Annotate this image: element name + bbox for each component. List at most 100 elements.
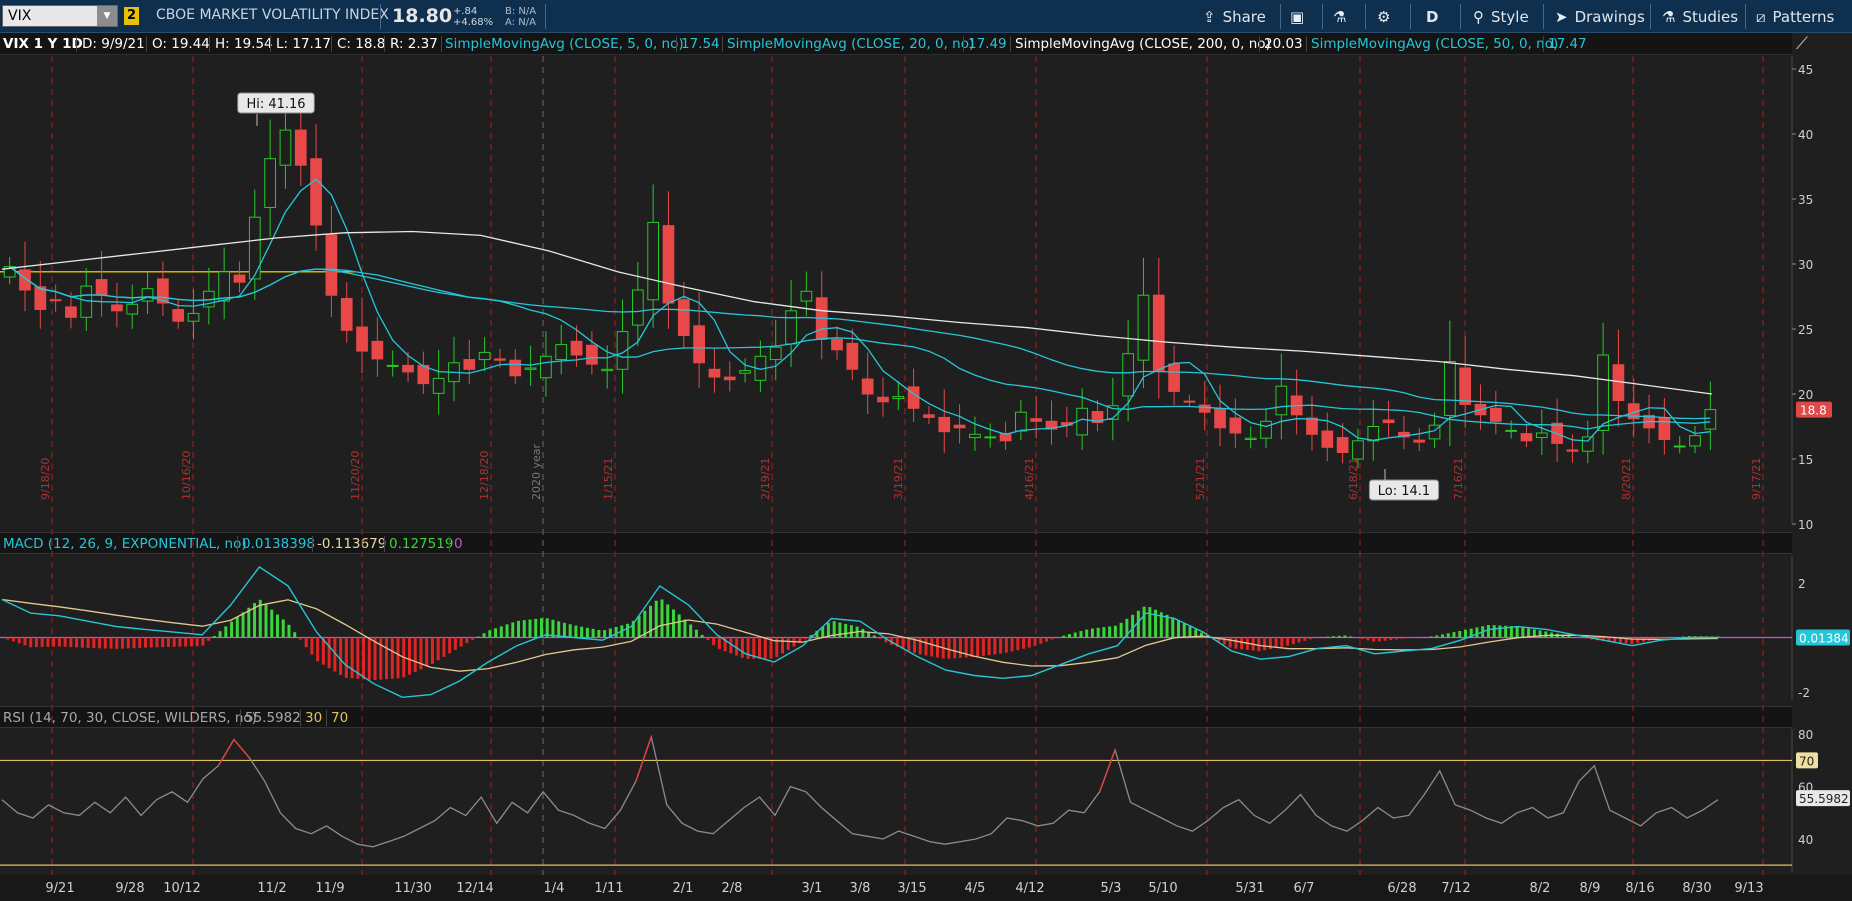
time-axis-label: 11/2 [257,881,286,896]
candle-body [1015,411,1027,432]
year-label: 2020 year [530,443,543,500]
candle-body [111,304,123,312]
candle-body [386,364,399,367]
expiration-label: 3/19/21 [892,458,905,500]
price-axis-label: 20 [1798,388,1813,402]
candle-body [877,396,889,403]
candle-body [432,377,445,394]
candle-body [662,225,675,304]
candle-body [953,424,966,429]
candle-body [1352,440,1364,460]
candle-body [1489,407,1502,422]
candle-body [570,340,583,356]
candle-body [1275,385,1288,416]
candle-body [1244,437,1257,441]
candle-body [1581,436,1594,452]
candle-body [1673,445,1686,448]
candle-body [1030,418,1043,422]
candle-body [601,368,614,372]
time-axis-label: 6/7 [1294,881,1315,896]
candle-body [95,279,108,296]
candle-body [1459,367,1472,405]
candle-body [1183,400,1196,403]
chart-canvas[interactable]: 9/21 9/28 10/12 11/2 11/9 11/30 12/14 1/4 1/11 2/… [0,0,1852,901]
candle-body [478,351,491,361]
candle-body [19,269,31,291]
candle-body [233,274,246,283]
candle-body [723,376,736,381]
candle-body [708,368,721,378]
time-axis-label: 9/13 [1734,881,1763,896]
time-axis-label: 4/12 [1015,881,1044,896]
candle-body [126,303,139,315]
price-axis-label: 35 [1798,193,1813,207]
candle-body [1704,409,1717,430]
candle-body [325,234,338,296]
rsi-last-value: 55.5982 [1799,792,1849,806]
expiration-label: 8/20/21 [1620,458,1633,500]
expiration-label: 10/16/20 [180,451,193,500]
candle-body [1597,354,1609,431]
candle-body [923,414,935,418]
candle-body [248,216,261,280]
expiration-label: 1/15/21 [602,458,615,500]
candle-body [264,158,276,208]
rsi-axis-label: 40 [1798,833,1813,847]
time-axis-label: 11/9 [315,881,344,896]
candle-body [831,338,843,351]
time-axis-label: 3/15 [897,881,926,896]
expiration-label: 11/20/20 [349,451,362,500]
candle-body [279,129,292,166]
high-label: Hi: 41.16 [246,97,305,112]
time-axis-label: 1/4 [544,881,565,896]
expiration-label: 4/16/21 [1023,458,1036,500]
candle-body [187,312,200,322]
candle-body [1444,361,1456,416]
candle-body [1413,439,1426,443]
candle-body [65,306,77,318]
candle-body [494,358,506,361]
price-axis-label: 10 [1798,518,1813,532]
candle-body [49,299,62,302]
time-axis-label: 5/31 [1235,881,1264,896]
macd-axis-label: 2 [1798,577,1806,591]
candle-body [1137,294,1150,361]
candle-body [861,378,874,395]
candle-body [739,370,751,374]
candle-body [677,299,690,336]
candle-body [969,433,981,439]
time-axis-label: 6/28 [1387,881,1416,896]
expiration-label: 12/18/20 [478,451,491,500]
candle-body [1321,430,1334,448]
candle-body [294,129,307,166]
candle-body [141,288,154,302]
candle-body [693,325,705,364]
pane-background [0,56,1792,524]
pane-background [0,729,1792,873]
time-axis-label: 12/14 [456,881,493,896]
price-axis-label: 25 [1798,323,1813,337]
time-axis-label: 2/8 [722,881,743,896]
candle-body [34,286,47,310]
price-axis-label: 40 [1798,128,1813,142]
time-axis-label: 8/9 [1580,881,1601,896]
candle-body [356,326,368,352]
time-axis-label: 8/2 [1530,881,1551,896]
candle-body [1382,419,1395,424]
candle-body [540,355,552,379]
expiration-label: 7/16/21 [1452,458,1465,500]
candle-body [1198,404,1211,413]
price-axis-label: 30 [1798,258,1813,272]
time-axis-label: 8/30 [1682,881,1711,896]
candle-body [80,285,93,318]
candle-body [371,340,384,360]
price-axis-label: 15 [1798,453,1813,467]
candle-body [769,346,782,361]
rsi-axis-label: 80 [1798,728,1813,742]
expiration-label: 9/18/20 [39,458,52,500]
macd-axis-label: -2 [1798,686,1810,700]
time-axis-label: 9/21 [45,881,74,896]
candle-body [1520,433,1533,442]
candle-body [846,342,859,370]
candle-body [631,289,644,326]
